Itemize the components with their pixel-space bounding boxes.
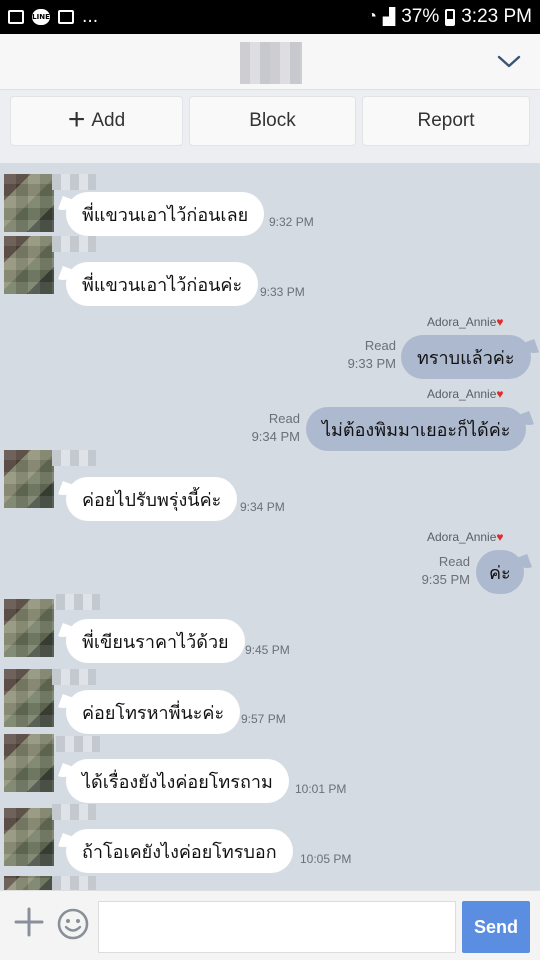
message-time: 9:32 PM xyxy=(269,215,314,229)
wifi-icon: ◔ xyxy=(367,8,377,25)
status-bar: LINE ... ◔ ▟ 37% 3:23 PM xyxy=(0,0,540,34)
read-receipt: Read 9:33 PM xyxy=(346,337,396,373)
message-bubble[interactable]: ค่อยโทรหาพี่นะค่ะ xyxy=(66,690,241,734)
avatar[interactable] xyxy=(4,236,54,294)
sender-name-blurred xyxy=(52,669,96,685)
more-notifications: ... xyxy=(82,7,99,27)
read-label: Read xyxy=(268,411,300,426)
report-button[interactable]: Report xyxy=(362,96,530,146)
message-bubble[interactable]: ค่ะ xyxy=(476,550,524,594)
block-label: Block xyxy=(249,110,296,131)
message-time: 9:34 PM xyxy=(251,429,300,444)
heart-icon: ♥ xyxy=(496,387,504,401)
sender-name-blurred xyxy=(52,236,96,252)
message-time: 9:33 PM xyxy=(347,356,396,371)
contact-name-blurred xyxy=(240,42,302,84)
message-bubble[interactable]: ได้เรื่องยังไงค่อยโทรถาม xyxy=(66,759,289,803)
battery-icon xyxy=(445,8,456,26)
heart-icon: ♥ xyxy=(496,530,504,544)
sticker-owner: Adora_Annie♥ xyxy=(427,315,504,329)
chevron-down-icon[interactable] xyxy=(496,48,522,74)
sender-name-blurred xyxy=(56,594,100,610)
add-button[interactable]: + Add xyxy=(10,96,183,146)
message-time: 9:45 PM xyxy=(245,643,290,657)
block-button[interactable]: Block xyxy=(189,96,356,146)
message-time: 9:34 PM xyxy=(240,500,285,514)
plus-icon[interactable] xyxy=(12,905,46,939)
sender-name-blurred xyxy=(52,876,96,890)
add-label: Add xyxy=(91,110,126,131)
message-bubble[interactable]: ค่อยไปรับพรุ่งนี้ค่ะ xyxy=(66,477,238,521)
signal-icon: ▟ xyxy=(382,9,396,26)
mail-icon xyxy=(58,10,74,24)
avatar[interactable] xyxy=(4,450,54,508)
avatar[interactable] xyxy=(4,174,54,232)
clock: 3:23 PM xyxy=(461,6,532,27)
send-button[interactable]: Send xyxy=(462,901,530,953)
read-receipt: Read 9:35 PM xyxy=(420,553,470,589)
action-bar: + Add Block Report xyxy=(0,90,540,164)
emoji-icon[interactable] xyxy=(56,907,90,941)
message-time: 9:35 PM xyxy=(421,572,470,587)
message-composer: Send xyxy=(0,890,540,960)
message-input[interactable] xyxy=(98,901,456,953)
message-time: 9:57 PM xyxy=(241,712,286,726)
message-time: 9:33 PM xyxy=(260,285,305,299)
chat-header xyxy=(0,34,540,90)
read-label: Read xyxy=(364,338,396,353)
message-bubble[interactable]: พี่เขียนราคาไว้ด้วย xyxy=(66,619,245,663)
sender-name-blurred xyxy=(52,804,96,820)
sticker-owner: Adora_Annie♥ xyxy=(427,530,504,544)
report-label: Report xyxy=(417,110,475,131)
sender-name-blurred xyxy=(52,174,96,190)
plus-icon: + xyxy=(67,102,86,136)
read-receipt: Read 9:34 PM xyxy=(250,410,300,446)
heart-icon: ♥ xyxy=(496,315,504,329)
chat-area[interactable]: พี่แขวนเอาไว้ก่อนเลย 9:32 PM พี่แขวนเอาไ… xyxy=(0,164,540,890)
gallery-icon xyxy=(8,10,24,24)
sender-name-blurred xyxy=(56,736,100,752)
message-bubble[interactable]: ไม่ต้องพิมมาเยอะก็ได้ค่ะ xyxy=(306,407,527,451)
message-time: 10:01 PM xyxy=(295,782,347,796)
message-time: 10:05 PM xyxy=(300,852,352,866)
sticker-owner: Adora_Annie♥ xyxy=(427,387,504,401)
avatar[interactable] xyxy=(4,599,54,657)
avatar[interactable] xyxy=(4,876,54,890)
sender-name-blurred xyxy=(52,450,96,466)
message-bubble[interactable]: ทราบแล้วค่ะ xyxy=(401,335,531,379)
message-bubble[interactable]: พี่แขวนเอาไว้ก่อนเลย xyxy=(66,192,265,236)
line-app-icon: LINE xyxy=(32,9,50,25)
avatar[interactable] xyxy=(4,734,54,792)
message-bubble[interactable]: ถ้าโอเคยังไงค่อยโทรบอก xyxy=(66,829,293,873)
avatar[interactable] xyxy=(4,669,54,727)
read-label: Read xyxy=(438,554,470,569)
message-bubble[interactable]: พี่แขวนเอาไว้ก่อนค่ะ xyxy=(66,262,259,306)
avatar[interactable] xyxy=(4,808,54,866)
battery-level: 37% xyxy=(401,6,440,27)
